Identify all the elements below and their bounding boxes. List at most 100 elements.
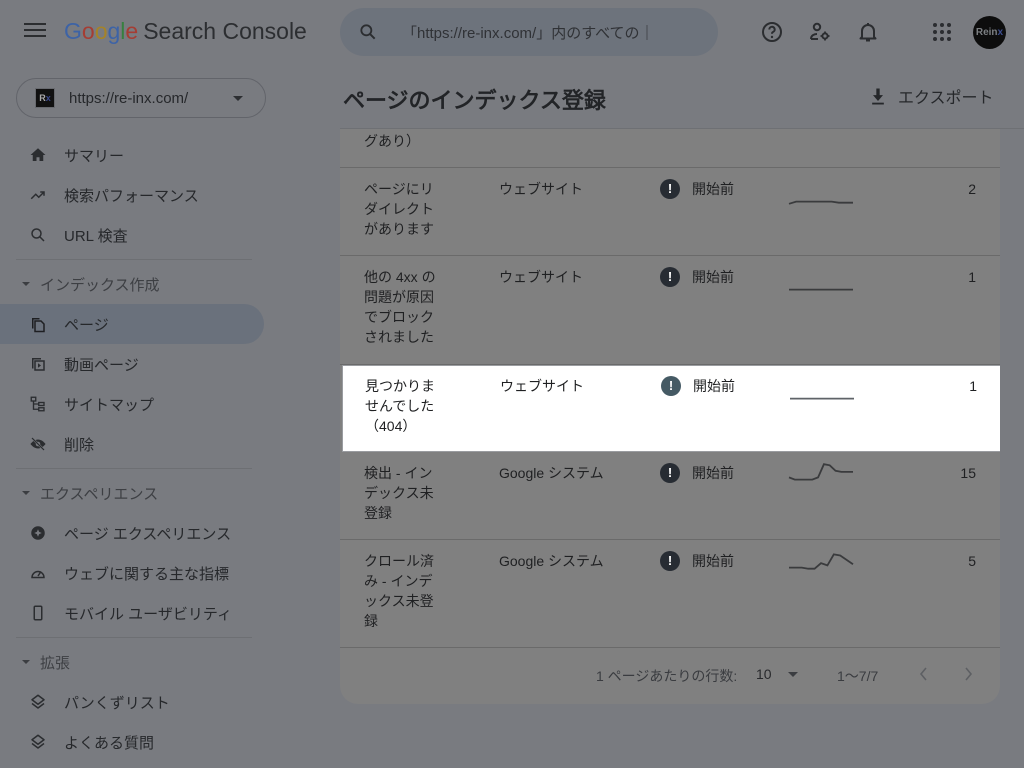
search-input[interactable]: 「https://re-inx.com/」内のすべての｜ bbox=[402, 22, 692, 43]
rows-per-page-label: 1 ページあたりの行数: bbox=[596, 668, 738, 684]
sidebar-item-summary[interactable]: サマリー bbox=[0, 135, 280, 175]
pages-count-cell: 5 bbox=[968, 553, 976, 569]
sidebar-item-label: パンくずリスト bbox=[64, 694, 170, 712]
status-text: 開始前 bbox=[693, 378, 735, 394]
sidebar-item-performance[interactable]: 検索パフォーマンス bbox=[0, 175, 280, 215]
page-experience-icon bbox=[28, 523, 48, 543]
logo-letter: g bbox=[107, 18, 121, 44]
export-button[interactable]: エクスポート bbox=[868, 84, 994, 108]
section-experience[interactable]: エクスペリエンス bbox=[0, 473, 280, 513]
source-cell: ウェブサイト bbox=[499, 269, 583, 285]
sidebar-item-mobile-usability[interactable]: モバイル ユーザビリティ bbox=[0, 593, 280, 633]
reason-cell: クロール済み - インデックス未登録 bbox=[364, 553, 434, 629]
section-collapse-icon bbox=[22, 491, 30, 495]
help-icon[interactable] bbox=[760, 20, 784, 44]
sidebar-item-label: 削除 bbox=[64, 436, 95, 454]
logo-letter: G bbox=[64, 18, 82, 44]
sidebar-item-faq[interactable]: よくある質問 bbox=[0, 722, 280, 762]
section-enhancements[interactable]: 拡張 bbox=[0, 642, 280, 682]
property-selector[interactable]: Rx https://re-inx.com/ bbox=[16, 78, 266, 118]
validation-status-cell: ! 開始前 bbox=[660, 463, 734, 483]
logo-letter: e bbox=[125, 18, 139, 44]
next-page-button[interactable] bbox=[956, 662, 980, 686]
validation-status-cell: ! 開始前 bbox=[660, 267, 734, 287]
video-pages-icon bbox=[28, 354, 48, 374]
trend-sparkline bbox=[789, 553, 854, 570]
section-indexing[interactable]: インデックス作成 bbox=[0, 264, 280, 304]
sidebar-item-removals[interactable]: 削除 bbox=[0, 424, 280, 464]
table-row[interactable]: 検出 - インデックス未登録 Google システム ! 開始前 15 bbox=[340, 452, 1000, 540]
sidebar-item-video-pages[interactable]: 動画ページ bbox=[0, 344, 280, 384]
table-row-partial[interactable]: グあり） bbox=[340, 129, 1000, 168]
google-search-console-logo[interactable]: Google Search Console bbox=[64, 18, 307, 45]
section-title: インデックス作成 bbox=[40, 276, 160, 294]
section-title: 拡張 bbox=[40, 654, 71, 672]
warning-icon: ! bbox=[660, 179, 680, 199]
product-name: Search Console bbox=[143, 18, 307, 44]
export-label: エクスポート bbox=[898, 90, 994, 107]
url-inspection-search[interactable]: 「https://re-inx.com/」内のすべての｜ bbox=[340, 8, 718, 56]
sidebar-item-sitemaps[interactable]: サイトマップ bbox=[0, 384, 280, 424]
sitemap-icon bbox=[28, 394, 48, 414]
sidebar-item-breadcrumbs[interactable]: パンくずリスト bbox=[0, 682, 280, 722]
reason-cell: ページにリダイレクトがあります bbox=[364, 181, 434, 237]
menu-icon bbox=[24, 23, 46, 25]
top-app-bar: Google Search Console 「https://re-inx.com… bbox=[0, 0, 1024, 64]
trend-sparkline bbox=[788, 463, 853, 481]
sidebar-item-label: よくある質問 bbox=[64, 734, 155, 752]
home-icon bbox=[28, 145, 48, 165]
notifications-icon[interactable] bbox=[856, 20, 880, 44]
sidebar-item-label: 動画ページ bbox=[64, 356, 139, 374]
reason-cell: 見つかりませんでした（404） bbox=[365, 378, 435, 434]
manage-users-icon[interactable] bbox=[808, 20, 832, 44]
account-avatar[interactable]: Rein x bbox=[973, 16, 1006, 49]
status-text: 開始前 bbox=[692, 269, 734, 285]
divider bbox=[16, 468, 252, 469]
reason-cell: グあり） bbox=[364, 133, 420, 149]
sidebar-item-core-web-vitals[interactable]: ウェブに関する主な指標 bbox=[0, 553, 280, 593]
chevron-down-icon[interactable] bbox=[788, 672, 798, 677]
menu-icon-bar bbox=[24, 29, 46, 31]
table-row-highlighted[interactable]: 見つかりませんでした（404） ウェブサイト ! 開始前 1 bbox=[342, 365, 1000, 452]
page-range: 1～7/7 bbox=[837, 668, 879, 684]
layers-icon bbox=[28, 732, 48, 752]
main-menu-button[interactable] bbox=[22, 20, 48, 44]
sidebar-item-label: 検索パフォーマンス bbox=[64, 187, 199, 205]
previous-page-button[interactable] bbox=[912, 662, 936, 686]
sidebar-item-url-inspection[interactable]: URL 検査 bbox=[0, 215, 280, 255]
warning-icon: ! bbox=[660, 463, 680, 483]
menu-icon-bar bbox=[24, 35, 46, 37]
download-icon bbox=[872, 88, 884, 105]
sidebar-item-page-experience[interactable]: ページ エクスペリエンス bbox=[0, 513, 280, 553]
status-text: 開始前 bbox=[692, 181, 734, 197]
rows-per-page-select[interactable]: 10 bbox=[756, 666, 772, 682]
status-text: 開始前 bbox=[692, 465, 734, 481]
table-row[interactable]: クロール済み - インデックス未登録 Google システム ! 開始前 5 bbox=[340, 540, 1000, 648]
section-collapse-icon bbox=[22, 282, 30, 286]
trend-sparkline bbox=[789, 288, 853, 291]
sidebar-nav: サマリー 検索パフォーマンス URL 検査 インデックス作成 ページ 動画ページ… bbox=[0, 135, 280, 762]
table-row[interactable]: ページにリダイレクトがあります ウェブサイト ! 開始前 2 bbox=[340, 168, 1000, 256]
removals-icon bbox=[28, 434, 48, 454]
sidebar-item-label: モバイル ユーザビリティ bbox=[64, 605, 232, 623]
speed-gauge-icon bbox=[28, 563, 48, 583]
warning-icon: ! bbox=[660, 551, 680, 571]
mobile-icon bbox=[28, 603, 48, 623]
sidebar-item-pages[interactable]: ページ bbox=[0, 304, 264, 344]
source-cell: Google システム bbox=[499, 465, 604, 481]
source-cell: ウェブサイト bbox=[499, 181, 583, 197]
apps-icon[interactable] bbox=[930, 20, 954, 44]
pages-count-cell: 1 bbox=[968, 269, 976, 285]
trend-sparkline bbox=[788, 200, 853, 205]
favicon-text-accent: x bbox=[45, 93, 51, 103]
logo-letter: o bbox=[81, 18, 95, 44]
chevron-left-icon bbox=[919, 667, 927, 681]
divider bbox=[16, 637, 252, 638]
chevron-right-icon bbox=[965, 667, 973, 681]
reason-cell: 検出 - インデックス未登録 bbox=[364, 465, 434, 521]
trend-sparkline bbox=[790, 397, 854, 400]
table-row[interactable]: 他の 4xx の問題が原因でブロックされました ウェブサイト ! 開始前 1 bbox=[340, 256, 1000, 365]
sidebar-item-label: サイトマップ bbox=[64, 396, 155, 414]
property-favicon: Rx bbox=[35, 88, 55, 108]
pages-count-cell: 1 bbox=[969, 378, 977, 394]
